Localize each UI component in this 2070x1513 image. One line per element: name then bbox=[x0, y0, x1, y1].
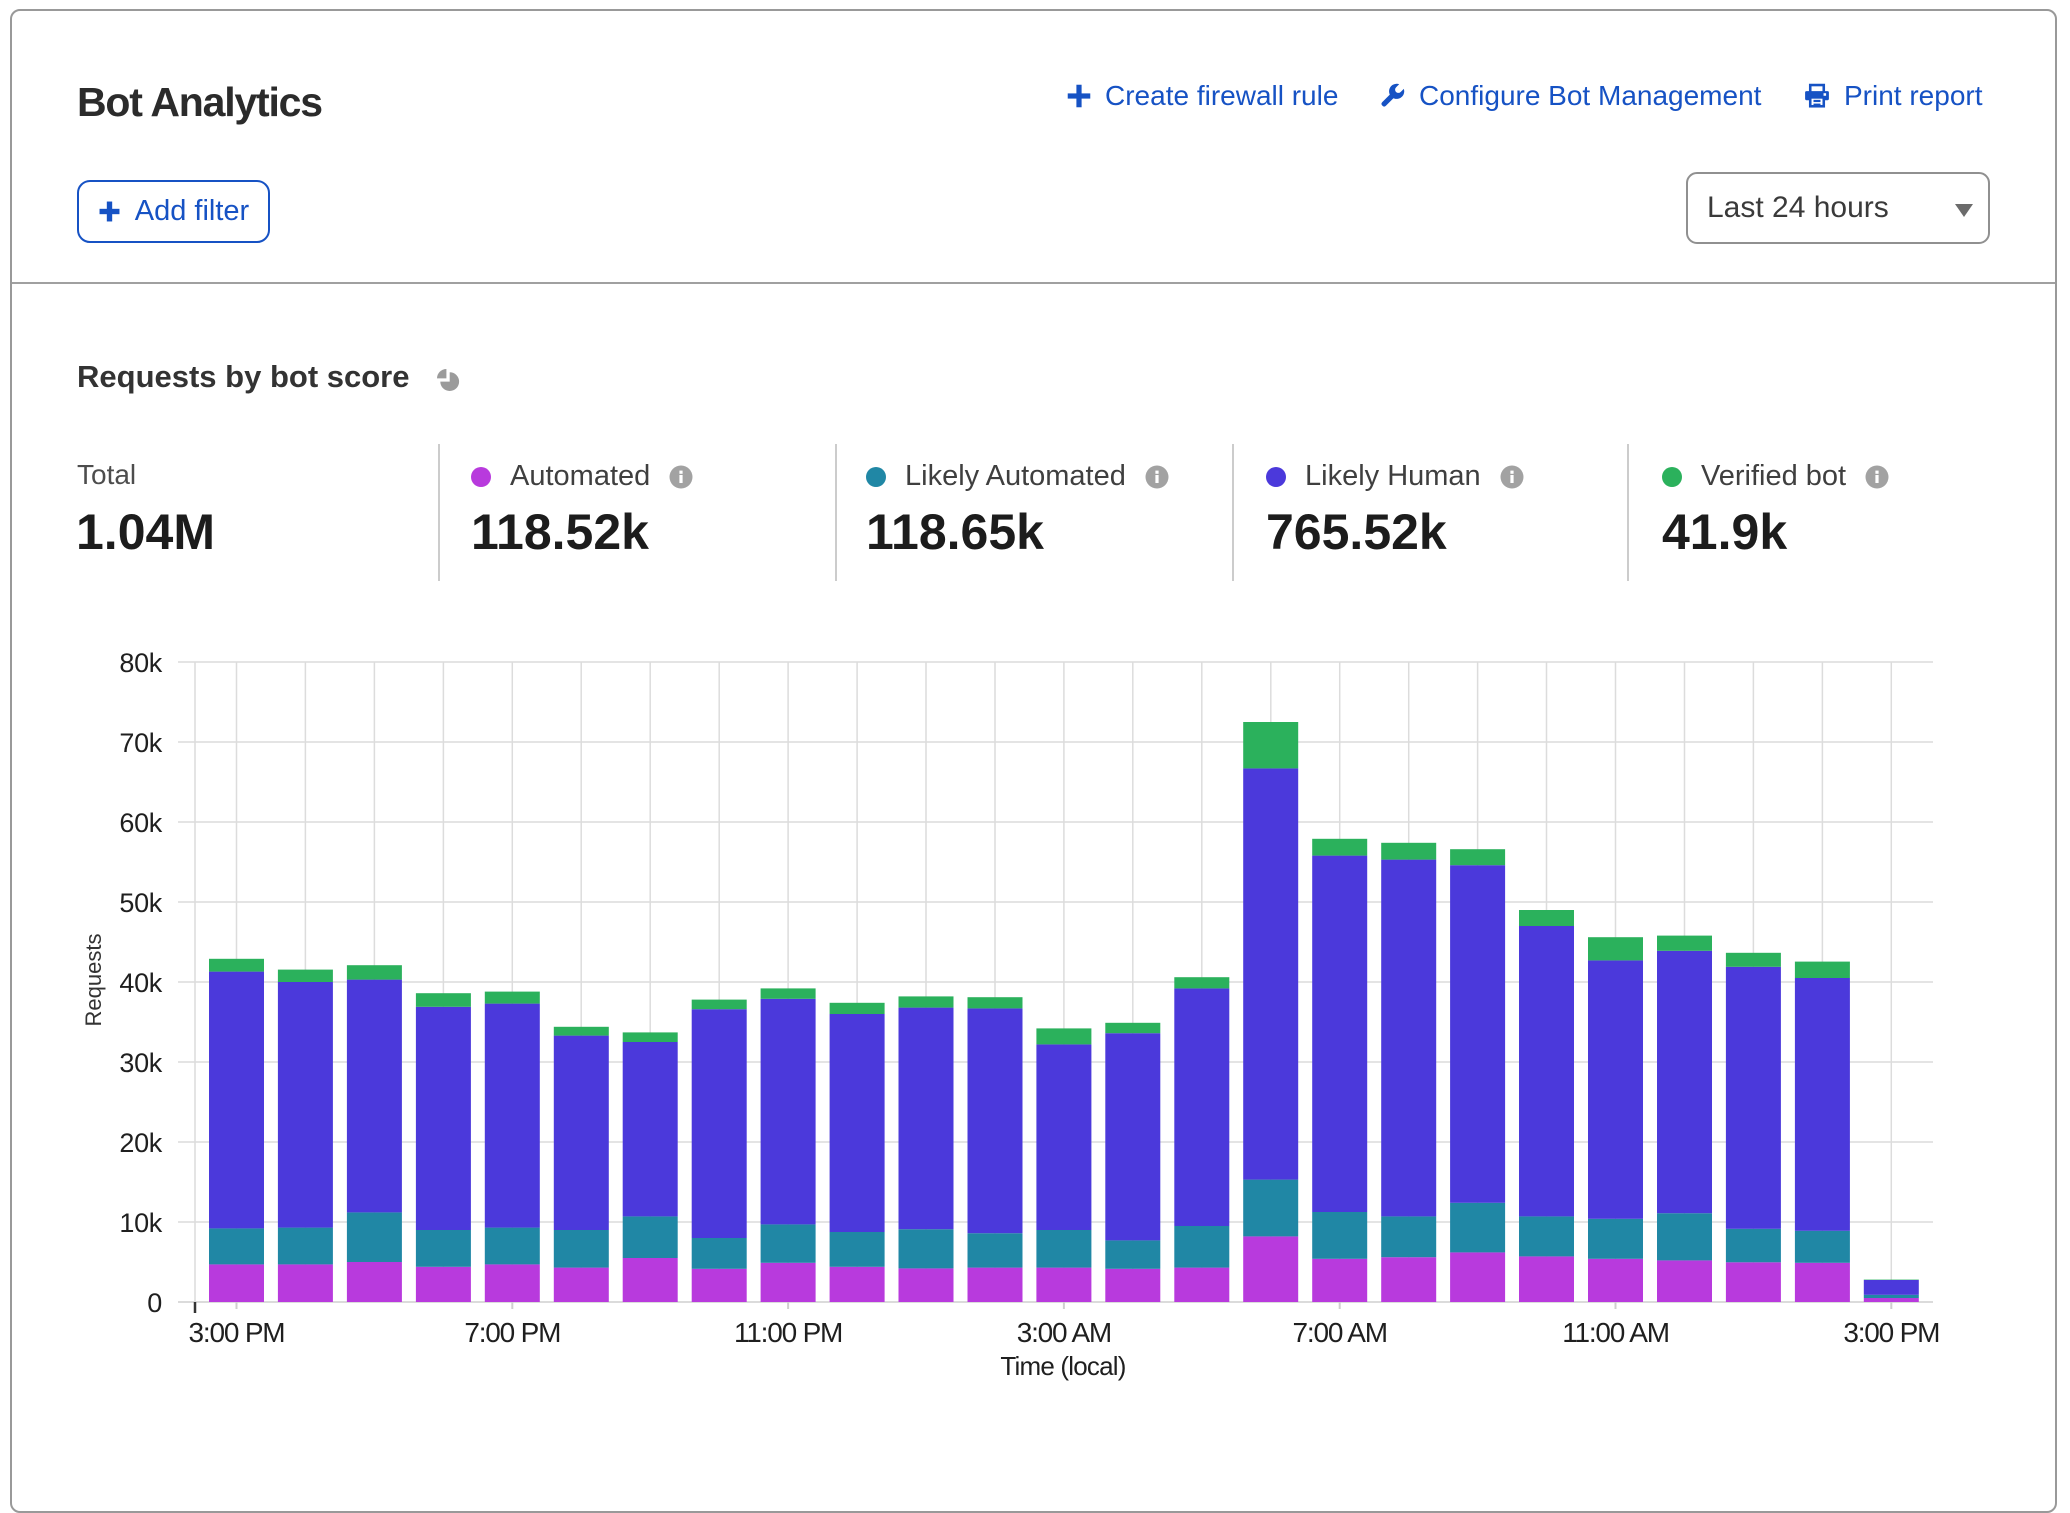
svg-text:60k: 60k bbox=[119, 808, 162, 838]
svg-text:50k: 50k bbox=[119, 888, 162, 918]
svg-text:3:00 PM: 3:00 PM bbox=[189, 1317, 285, 1348]
svg-text:30k: 30k bbox=[119, 1048, 162, 1078]
svg-text:70k: 70k bbox=[119, 728, 162, 758]
svg-text:7:00 AM: 7:00 AM bbox=[1293, 1317, 1387, 1348]
svg-text:80k: 80k bbox=[119, 648, 162, 678]
svg-text:40k: 40k bbox=[119, 968, 162, 998]
svg-text:11:00 PM: 11:00 PM bbox=[734, 1317, 842, 1348]
svg-text:20k: 20k bbox=[119, 1128, 162, 1158]
svg-text:3:00 PM: 3:00 PM bbox=[1843, 1317, 1939, 1348]
svg-text:10k: 10k bbox=[119, 1208, 162, 1238]
svg-text:3:00 AM: 3:00 AM bbox=[1017, 1317, 1111, 1348]
svg-text:11:00 AM: 11:00 AM bbox=[1562, 1317, 1669, 1348]
svg-text:Time (local): Time (local) bbox=[1000, 1351, 1125, 1381]
svg-text:7:00 PM: 7:00 PM bbox=[464, 1317, 560, 1348]
svg-text:Requests: Requests bbox=[81, 934, 106, 1027]
svg-text:0: 0 bbox=[147, 1288, 162, 1318]
